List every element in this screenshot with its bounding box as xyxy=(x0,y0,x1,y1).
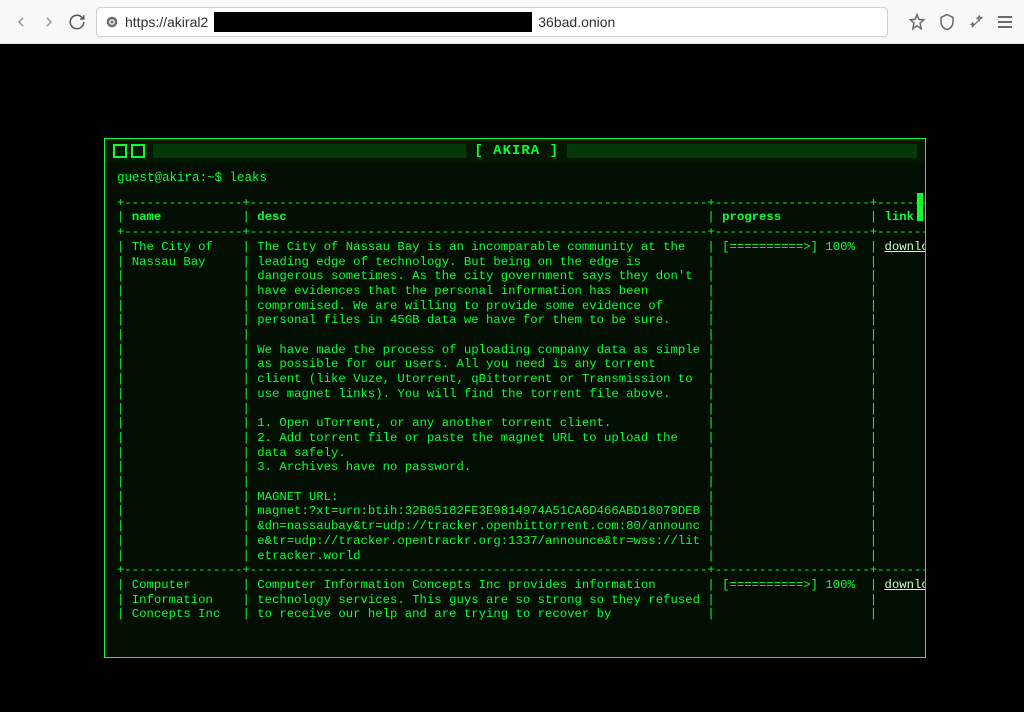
leaks-table: +----------------+----------------------… xyxy=(117,196,913,622)
tor-lock-icon xyxy=(105,15,119,29)
reload-button[interactable] xyxy=(68,13,86,31)
browser-toolbar: https://akiral2 36bad.onion xyxy=(0,0,1024,44)
menu-button[interactable] xyxy=(998,16,1012,28)
terminal-titlebar: [ AKIRA ] xyxy=(105,139,925,163)
url-redacted xyxy=(214,12,532,32)
url-text-end: 36bad.onion xyxy=(538,14,615,30)
url-text-start: https://akiral2 xyxy=(125,14,208,30)
akira-terminal: [ AKIRA ] guest@akira:~$ leaks +--------… xyxy=(104,138,926,658)
sparkle-icon[interactable] xyxy=(968,13,986,31)
download-link[interactable]: download xyxy=(884,240,925,254)
titlebar-box-2[interactable] xyxy=(131,144,145,158)
back-button[interactable] xyxy=(12,13,30,31)
bookmark-star-icon[interactable] xyxy=(908,13,926,31)
download-link[interactable]: download xyxy=(884,578,925,592)
scroll-indicator[interactable] xyxy=(917,193,923,221)
terminal-prompt: guest@akira:~$ leaks xyxy=(117,171,913,186)
terminal-title: [ AKIRA ] xyxy=(470,143,563,159)
url-bar[interactable]: https://akiral2 36bad.onion xyxy=(96,7,888,37)
shield-icon[interactable] xyxy=(938,13,956,31)
titlebar-box-1[interactable] xyxy=(113,144,127,158)
terminal-body: guest@akira:~$ leaks +----------------+-… xyxy=(105,163,925,657)
forward-button[interactable] xyxy=(40,13,58,31)
